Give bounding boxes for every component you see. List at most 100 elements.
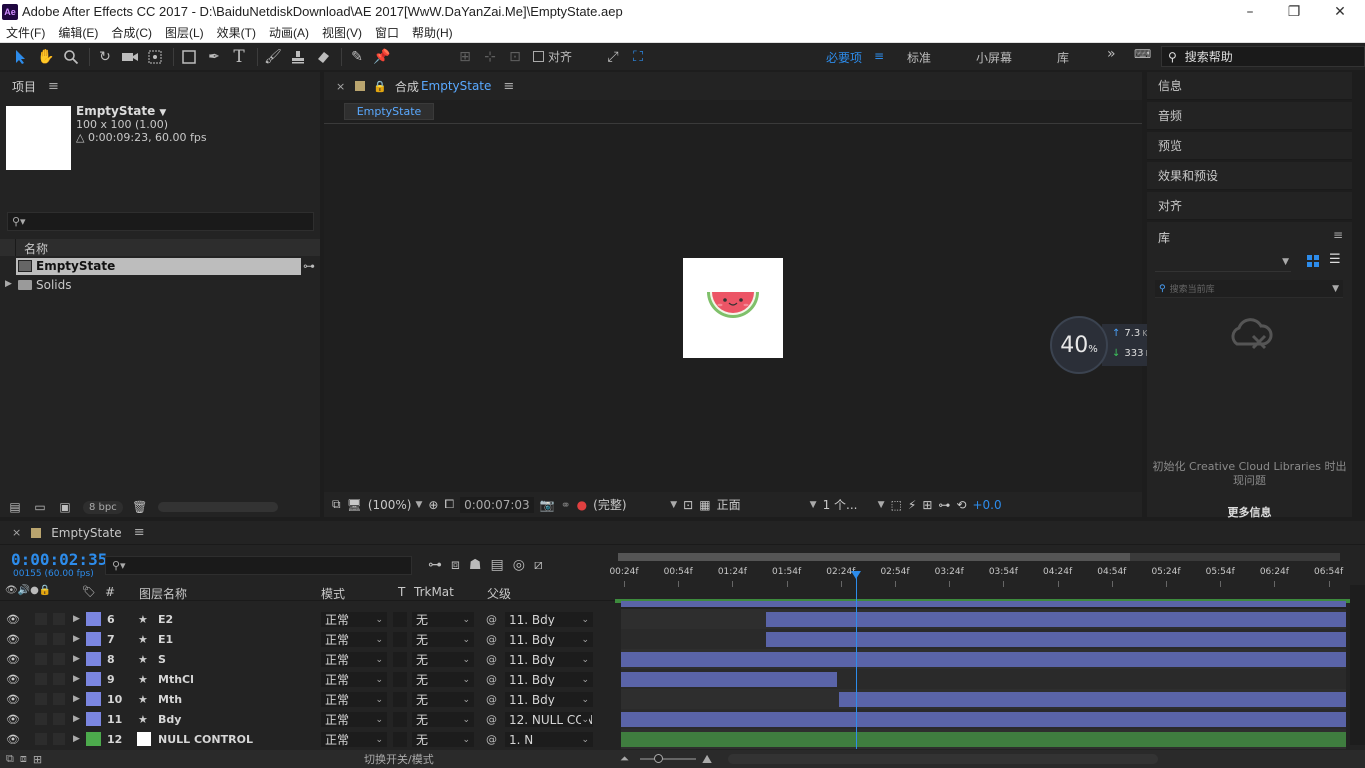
- camera-tool-icon[interactable]: [119, 46, 141, 68]
- expand-arrow-icon[interactable]: ▶: [73, 729, 80, 749]
- comp-tab-name[interactable]: EmptyState: [421, 79, 491, 93]
- pick-whip-icon[interactable]: @: [486, 609, 497, 629]
- preserve-transparency-toggle[interactable]: [393, 672, 407, 687]
- zoom-select[interactable]: (100%) ▼: [368, 498, 423, 512]
- chevron-down-icon[interactable]: ▼: [1332, 284, 1339, 294]
- layer-duration-bar[interactable]: [838, 692, 1346, 707]
- parent-select[interactable]: 1. N ⌄: [505, 732, 593, 747]
- project-tab[interactable]: 项目: [12, 78, 36, 95]
- list-view-icon[interactable]: ☰: [1329, 252, 1341, 267]
- label-color-swatch[interactable]: [86, 672, 101, 686]
- align-panel-tab[interactable]: 对齐: [1147, 192, 1352, 220]
- new-folder-icon[interactable]: ▭: [29, 496, 51, 518]
- layer-row[interactable]: 👁 ▶ 9 ★ MthCl 正常 ⌄ 无 ⌄ @11. Bdy ⌄: [0, 669, 615, 689]
- zoom-tool-icon[interactable]: [60, 46, 82, 68]
- work-area-bar[interactable]: [618, 553, 1340, 561]
- zoom-out-icon[interactable]: ⏶: [620, 752, 629, 766]
- eye-icon[interactable]: 👁: [6, 649, 20, 669]
- layer-search-input[interactable]: ⚲▾: [105, 556, 412, 575]
- layer-name[interactable]: S: [158, 649, 166, 669]
- channel-icon[interactable]: ●: [577, 498, 587, 512]
- label-color-swatch[interactable]: [86, 652, 101, 666]
- layer-row[interactable]: 👁 ▶ 11 ★ Bdy 正常 ⌄ 无 ⌄ @12. NULL CON ⌄: [0, 709, 615, 729]
- blend-mode-select[interactable]: 正常 ⌄: [321, 692, 387, 707]
- solo-switch[interactable]: [35, 673, 47, 685]
- frame-blending-icon[interactable]: ▤: [490, 557, 503, 573]
- track-matte-select[interactable]: 无 ⌄: [412, 692, 474, 707]
- label-color-swatch[interactable]: [86, 612, 101, 626]
- layer-name[interactable]: Mth: [158, 689, 182, 709]
- trkmat-header[interactable]: TrkMat: [414, 585, 454, 599]
- layer-row[interactable]: 👁 ▶ 8 ★ S 正常 ⌄ 无 ⌄ @11. Bdy ⌄: [0, 649, 615, 669]
- monitor-icon[interactable]: 🖥: [347, 498, 362, 512]
- library-search-input[interactable]: ⚲ 搜索当前库 ▼: [1155, 280, 1343, 298]
- more-info-link[interactable]: 更多信息: [1147, 504, 1352, 520]
- effects-presets-panel-tab[interactable]: 效果和预设: [1147, 162, 1352, 190]
- pick-whip-icon[interactable]: @: [486, 689, 497, 709]
- eye-icon[interactable]: 👁: [6, 669, 20, 689]
- snap-edge-icon[interactable]: ⤢: [602, 46, 624, 68]
- library-select[interactable]: ▼: [1155, 254, 1291, 272]
- flowchart-icon[interactable]: ⊶: [938, 498, 950, 512]
- zoom-slider-handle[interactable]: [654, 754, 663, 763]
- horizontal-scrollbar[interactable]: [157, 502, 278, 512]
- project-item-folder[interactable]: ▶ Solids: [0, 276, 320, 295]
- expand-arrow-icon[interactable]: ▶: [73, 669, 80, 689]
- menu-file[interactable]: 文件(F): [0, 24, 52, 41]
- close-tab-icon[interactable]: ×: [336, 80, 345, 93]
- workspace-menu-icon[interactable]: ≡: [874, 49, 884, 63]
- panel-menu-icon[interactable]: ≡: [48, 79, 59, 94]
- view-select[interactable]: 正面 ▼: [717, 496, 817, 513]
- parent-select[interactable]: 11. Bdy ⌄: [505, 632, 593, 647]
- project-search-input[interactable]: ⚲▾: [7, 212, 314, 231]
- eye-icon[interactable]: 👁: [6, 729, 20, 749]
- zoom-slider[interactable]: [640, 758, 696, 760]
- graph-editor-icon[interactable]: ⧄: [534, 557, 543, 573]
- playhead-handle[interactable]: [851, 571, 862, 579]
- label-color-swatch[interactable]: [86, 712, 101, 726]
- layer-duration-bar[interactable]: [766, 612, 1346, 627]
- info-panel-tab[interactable]: 信息: [1147, 72, 1352, 100]
- layer-name[interactable]: NULL CONTROL: [158, 729, 253, 749]
- menu-animation[interactable]: 动画(A): [263, 24, 316, 41]
- modes-toggle-icon[interactable]: ⧈: [20, 752, 27, 766]
- track-matte-select[interactable]: 无 ⌄: [412, 712, 474, 727]
- solo-switch[interactable]: [35, 733, 47, 745]
- layer-duration-bar[interactable]: [766, 632, 1346, 647]
- eye-icon[interactable]: 👁: [6, 709, 20, 729]
- layer-switches-toggle-icon[interactable]: ⧉: [6, 752, 14, 766]
- panel-menu-icon[interactable]: ≡: [503, 79, 514, 94]
- project-item-composition[interactable]: EmptyState ⊶: [0, 257, 320, 276]
- lock-switch[interactable]: [53, 733, 65, 745]
- preview-panel-tab[interactable]: 预览: [1147, 132, 1352, 160]
- blend-mode-select[interactable]: 正常 ⌄: [321, 652, 387, 667]
- work-area-range[interactable]: [618, 553, 1130, 561]
- roto-brush-tool-icon[interactable]: ✎: [346, 46, 368, 68]
- layer-duration-bar[interactable]: [621, 652, 1346, 667]
- menu-view[interactable]: 视图(V): [316, 24, 369, 41]
- workspace-essentials[interactable]: 必要项: [826, 49, 862, 66]
- menu-layer[interactable]: 图层(L): [159, 24, 211, 41]
- preserve-transparency-toggle[interactable]: [393, 612, 407, 627]
- timeline-icon[interactable]: ⊞: [922, 498, 932, 512]
- rectangle-tool-icon[interactable]: [178, 46, 200, 68]
- layer-row[interactable]: 👁 ▶ 6 ★ E2 正常 ⌄ 无 ⌄ @11. Bdy ⌄: [0, 609, 615, 629]
- close-button[interactable]: ✕: [1317, 0, 1363, 23]
- layer-row[interactable]: 👁 ▶ 12 NULL CONTROL 正常 ⌄ 无 ⌄ @1. N ⌄: [0, 729, 615, 749]
- label-column-header[interactable]: [0, 239, 16, 256]
- transparency-grid-icon[interactable]: ▦: [699, 498, 710, 512]
- lock-switch[interactable]: [53, 613, 65, 625]
- layer-name-header[interactable]: 图层名称: [139, 585, 187, 602]
- time-ruler[interactable]: 00:24f 00:54f 01:24f 01:54f 02:24f 02:54f 03:2…: [609, 561, 1350, 601]
- always-preview-icon[interactable]: ⧉: [332, 497, 341, 512]
- lock-switch[interactable]: [53, 713, 65, 725]
- brush-tool-icon[interactable]: 🖌: [262, 46, 284, 68]
- minimize-button[interactable]: –: [1227, 0, 1273, 23]
- solo-switch[interactable]: [35, 633, 47, 645]
- parent-select[interactable]: 11. Bdy ⌄: [505, 692, 593, 707]
- puppet-pin-tool-icon[interactable]: 📌: [371, 46, 393, 68]
- parent-select[interactable]: 11. Bdy ⌄: [505, 612, 593, 627]
- eye-icon[interactable]: 👁: [6, 629, 20, 649]
- track-matte-select[interactable]: 无 ⌄: [412, 652, 474, 667]
- panel-menu-icon[interactable]: ≡: [134, 525, 145, 540]
